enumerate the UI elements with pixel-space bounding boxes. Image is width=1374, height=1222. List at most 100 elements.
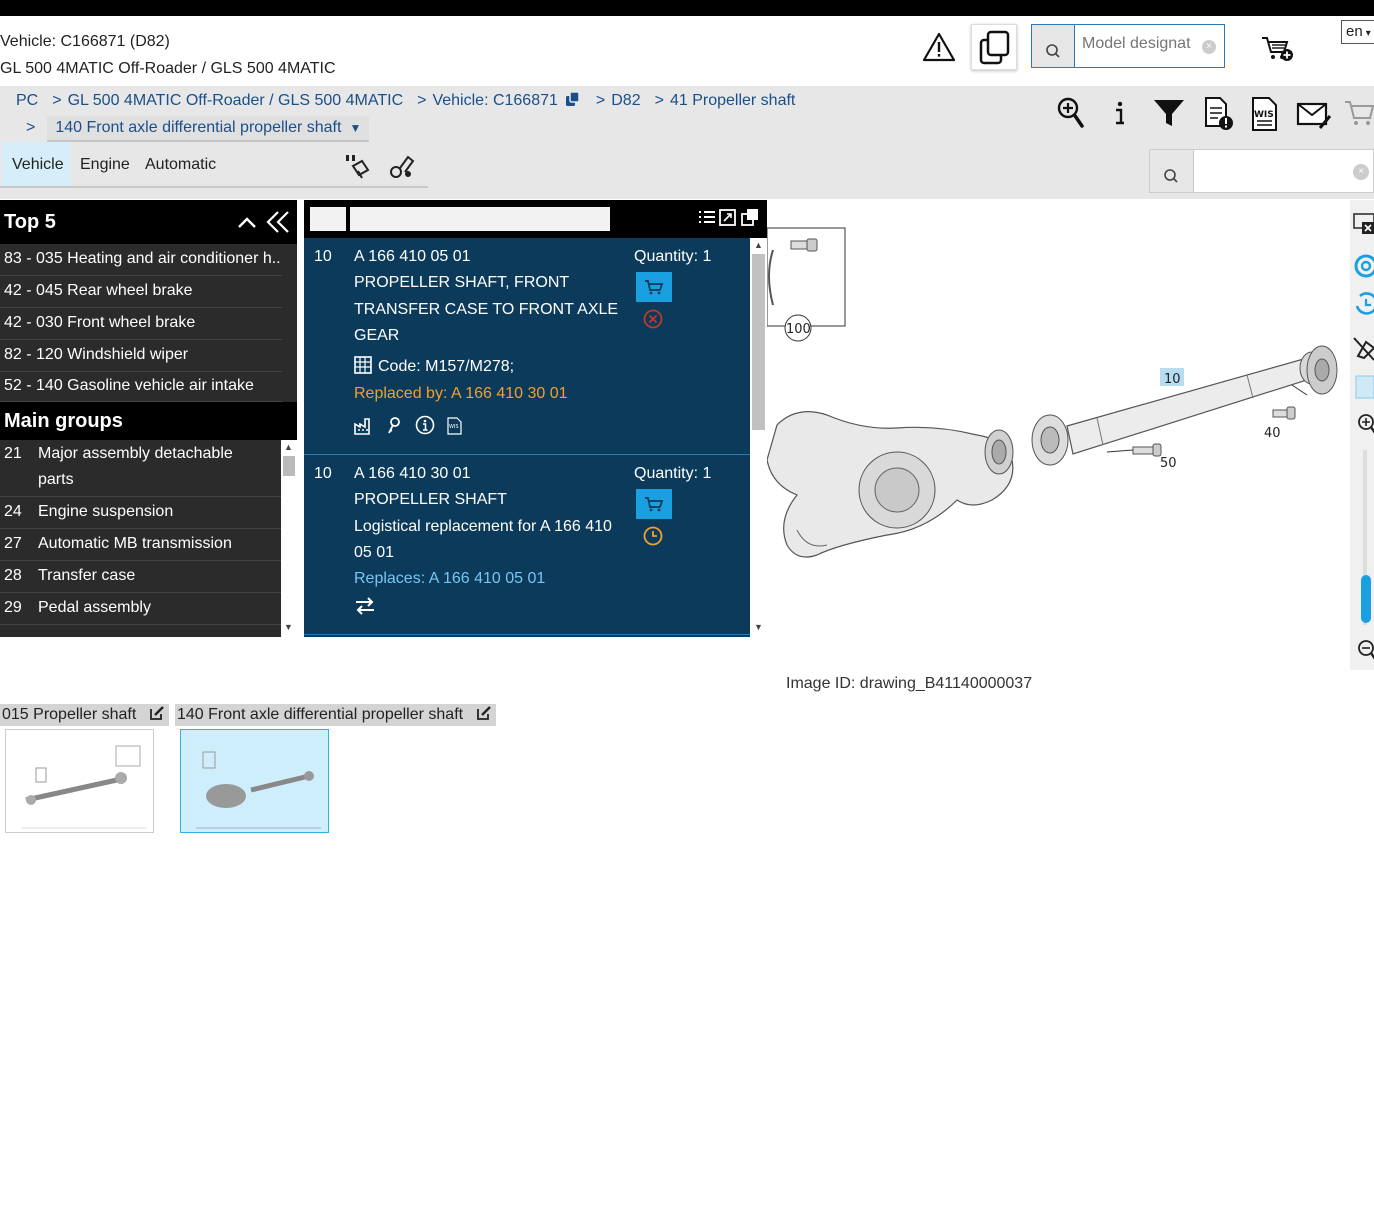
clear-icon[interactable]: × <box>1202 40 1216 54</box>
zoom-in-icon[interactable] <box>1056 96 1086 135</box>
model-search-button[interactable] <box>1032 25 1075 67</box>
model-search[interactable]: × <box>1031 24 1225 68</box>
copy-icon[interactable] <box>564 90 582 113</box>
target-icon[interactable] <box>1352 252 1374 285</box>
parts-filter-pos[interactable] <box>310 207 346 231</box>
propeller-shaft-shape <box>1031 345 1338 466</box>
mail-edit-icon[interactable] <box>1296 96 1332 137</box>
key-icon[interactable] <box>386 417 402 440</box>
top5-item[interactable]: 42 - 030 Front wheel brake <box>0 308 282 340</box>
factory-icon[interactable] <box>354 417 374 440</box>
breadcrumb-item[interactable]: PC <box>16 92 38 109</box>
sidebar-scroll-thumb[interactable] <box>283 456 295 476</box>
wis-icon[interactable] <box>1352 374 1374 405</box>
clear-icon[interactable]: × <box>1353 164 1369 180</box>
cart-icon <box>645 497 664 512</box>
expand-icon[interactable] <box>719 209 737 232</box>
wis-icon[interactable]: WIS <box>1250 96 1280 137</box>
callout-40: 40 <box>1264 426 1281 441</box>
main-group-item-partial[interactable] <box>0 625 282 637</box>
breadcrumb-dropdown[interactable]: 140 Front axle differential propeller sh… <box>47 116 370 142</box>
scroll-up-icon[interactable]: ▲ <box>284 442 293 452</box>
parts-toolbar <box>304 200 767 238</box>
drawing-thumbnail[interactable] <box>5 729 154 833</box>
top5-item[interactable]: 82 - 120 Windshield wiper <box>0 340 282 372</box>
table-icon <box>354 356 372 379</box>
tab-vehicle[interactable]: Vehicle <box>2 142 70 188</box>
scroll-down-icon[interactable]: ▼ <box>754 622 763 632</box>
callout-100: 100 <box>786 322 811 337</box>
parts-filter-text[interactable] <box>350 207 610 231</box>
not-available-icon <box>642 308 664 335</box>
parts-search[interactable]: × <box>1149 149 1374 193</box>
filter-icon[interactable] <box>1152 96 1186 135</box>
drawing-thumbnail-selected[interactable] <box>180 729 329 833</box>
window-top-bar <box>0 0 1374 16</box>
breadcrumb-item[interactable]: 41 Propeller shaft <box>670 92 795 109</box>
paint-tool-icon[interactable] <box>344 154 372 185</box>
caret-down-icon: ▼ <box>349 121 362 135</box>
copy-vin-button[interactable] <box>971 24 1017 70</box>
unpin-icon[interactable] <box>1352 334 1374 367</box>
swap-icon[interactable] <box>354 596 376 621</box>
tab-engine[interactable]: Engine <box>80 142 130 188</box>
part-number[interactable]: A 166 410 05 01 <box>354 248 471 266</box>
thumbnail-tab[interactable]: 140 Front axle differential propeller sh… <box>175 704 496 726</box>
drawing-toolbar <box>1350 200 1374 670</box>
breadcrumb-item[interactable]: D82 <box>611 92 640 109</box>
zoom-in-icon[interactable] <box>1352 412 1374 443</box>
info-icon[interactable] <box>1110 96 1130 135</box>
bolt-40-shape <box>1272 406 1296 420</box>
top5-item[interactable]: 52 - 140 Gasoline vehicle air intake <box>0 372 282 402</box>
history-icon[interactable] <box>1352 290 1374 323</box>
popout-icon[interactable] <box>740 208 760 233</box>
document-warning-icon[interactable] <box>1202 96 1236 137</box>
main-group-item[interactable]: 24 Engine suspension <box>0 497 282 529</box>
language-select[interactable]: en ▾ <box>1341 20 1374 44</box>
list-view-icon[interactable] <box>698 209 716 232</box>
part-description: Logistical replacement for A 166 410 <box>354 518 612 535</box>
breadcrumb-item[interactable]: GL 500 4MATIC Off-Roader / GLS 500 4MATI… <box>68 92 404 109</box>
differential-shape <box>766 411 1014 558</box>
zoom-out-icon[interactable] <box>1352 638 1374 669</box>
part-row[interactable]: 10 A 166 410 30 01 PROPELLER SHAFT Logis… <box>304 455 750 635</box>
tab-automatic-transmission[interactable]: Automatic transmission▼ <box>145 142 251 219</box>
scroll-down-icon[interactable]: ▼ <box>284 622 293 632</box>
part-row[interactable]: 10 A 166 410 05 01 PROPELLER SHAFT, FRON… <box>304 238 750 455</box>
breadcrumb-line2: >140 Front axle differential propeller s… <box>26 116 370 142</box>
main-group-item[interactable]: 27 Automatic MB transmission <box>0 529 282 561</box>
replaces-link[interactable]: Replaces: A 166 410 05 01 <box>354 570 545 588</box>
cart-icon[interactable] <box>1344 96 1374 135</box>
parts-scroll-thumb[interactable] <box>752 254 765 430</box>
main-group-item[interactable]: 29 Pedal assembly <box>0 593 282 625</box>
zoom-slider-handle[interactable] <box>1361 575 1371 623</box>
replaced-by-link[interactable]: Replaced by: A 166 410 30 01 <box>354 385 568 403</box>
warning-icon[interactable] <box>922 32 956 67</box>
wrench-tool-icon[interactable] <box>388 152 416 185</box>
top5-item[interactable]: 42 - 045 Rear wheel brake <box>0 276 282 308</box>
image-id: Image ID: drawing_B41140000037 <box>786 675 1033 692</box>
model-search-input[interactable] <box>1082 35 1200 53</box>
part-description: GEAR <box>354 327 400 344</box>
info-circle-icon[interactable] <box>415 415 435 440</box>
scroll-up-icon[interactable]: ▲ <box>754 240 763 250</box>
drawing-canvas: 100 10 40 50 <box>766 227 1338 558</box>
add-to-cart-button[interactable] <box>636 489 672 519</box>
thumbnail-image <box>21 745 146 829</box>
main-group-item[interactable]: 28 Transfer case <box>0 561 282 593</box>
wis-doc-icon[interactable]: WIS <box>447 417 463 440</box>
exploded-drawing[interactable]: 100 10 40 50 <box>766 200 1350 637</box>
add-to-cart-button[interactable] <box>636 272 672 302</box>
cart-add-icon[interactable] <box>1260 34 1296 69</box>
parts-search-button[interactable] <box>1150 150 1194 192</box>
edit-icon[interactable] <box>476 705 492 728</box>
callout-50: 50 <box>1160 456 1177 471</box>
close-view-icon[interactable] <box>1352 210 1374 241</box>
top5-item[interactable]: 83 - 035 Heating and air conditioner h..… <box>0 244 282 276</box>
vehicle-line: Vehicle: C166871 (D82) <box>0 33 170 50</box>
thumbnail-tab[interactable]: 015 Propeller shaft <box>0 704 169 726</box>
breadcrumb-item[interactable]: Vehicle: C166871 <box>432 92 557 109</box>
part-number[interactable]: A 166 410 30 01 <box>354 465 471 483</box>
edit-icon[interactable] <box>149 705 165 728</box>
main-group-item[interactable]: 21 Major assembly detachable parts <box>0 440 282 497</box>
